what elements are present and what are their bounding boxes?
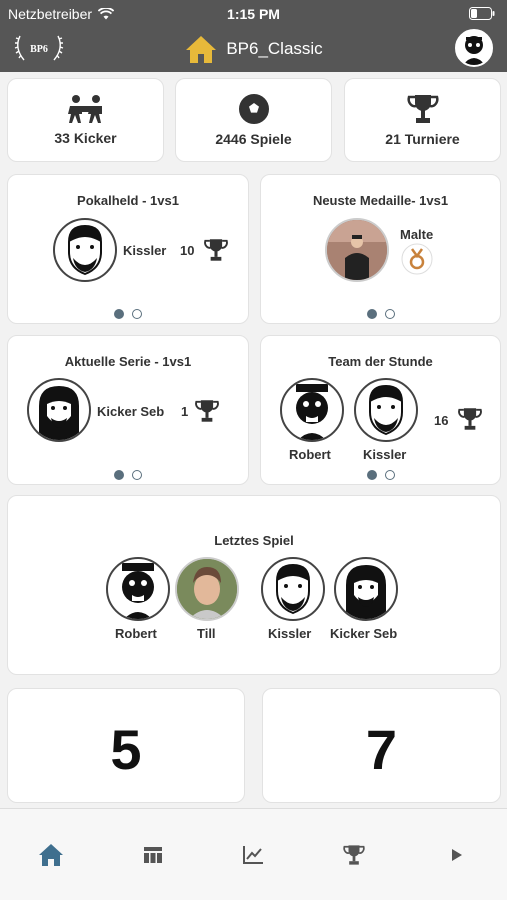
clock: 1:15 PM bbox=[227, 6, 280, 22]
tab-play[interactable] bbox=[437, 839, 477, 871]
games-stat-card[interactable]: 2446 Spiele bbox=[175, 78, 332, 162]
team-der-stunde-card[interactable]: Team der Stunde Robert Kissler 16 bbox=[260, 335, 501, 485]
page-title: BP6_Classic bbox=[226, 39, 323, 58]
tab-home[interactable] bbox=[31, 839, 71, 871]
page-dot[interactable] bbox=[132, 309, 142, 319]
score-team-a: 5 bbox=[110, 718, 142, 781]
page-dot[interactable] bbox=[384, 309, 395, 319]
bronze-medal-icon bbox=[401, 243, 433, 275]
pokalheld-player-name: Kissler bbox=[123, 243, 167, 258]
pokalheld-card[interactable]: Pokalheld - 1vs1 Kissler 10 bbox=[7, 174, 249, 324]
tournaments-stat-card[interactable]: 21 Turniere bbox=[344, 78, 501, 162]
team-der-stunde-title: Team der Stunde bbox=[328, 354, 433, 369]
nav-bar: BP6 BP6_Classic bbox=[0, 28, 507, 72]
chart-icon bbox=[243, 846, 263, 864]
page-dot-active[interactable] bbox=[114, 309, 124, 319]
tab-statistics[interactable] bbox=[233, 839, 273, 871]
home-icon[interactable] bbox=[184, 34, 218, 64]
player-avatar-till bbox=[175, 557, 239, 621]
trophy-icon bbox=[458, 408, 482, 430]
pokalheld-count: 10 bbox=[180, 243, 195, 258]
player-avatar-robert bbox=[280, 378, 344, 442]
aktuelle-serie-title: Aktuelle Serie - 1vs1 bbox=[64, 354, 192, 369]
letztes-spiel-card[interactable]: Letztes Spiel Robert Till Kissler Kicker… bbox=[7, 495, 501, 675]
team-b-player-kissler: Kissler bbox=[268, 626, 312, 641]
score-team-b: 7 bbox=[365, 718, 398, 781]
score-card-team-a: 5 bbox=[7, 688, 245, 803]
neuste-medaille-player-name: Malte bbox=[400, 227, 434, 242]
player-avatar-kissler bbox=[53, 218, 117, 282]
table-icon bbox=[144, 847, 162, 863]
page-dot[interactable] bbox=[132, 470, 142, 480]
soccer-ball-icon bbox=[238, 94, 269, 124]
page-dot-active[interactable] bbox=[114, 470, 124, 480]
neuste-medaille-card[interactable]: Neuste Medaille- 1vs1 Malte bbox=[260, 174, 501, 324]
games-stat-label: 2446 Spiele bbox=[215, 131, 292, 147]
players-stat-label: 33 Kicker bbox=[54, 130, 117, 146]
letztes-spiel-title: Letztes Spiel bbox=[214, 533, 294, 548]
page-indicator[interactable] bbox=[8, 470, 248, 480]
status-bar: Netzbetreiber 1:15 PM bbox=[0, 0, 507, 28]
trophy-icon bbox=[343, 845, 365, 865]
trophy-icon bbox=[195, 400, 219, 422]
team-a-player-robert: Robert bbox=[115, 626, 157, 641]
page-dot-active[interactable] bbox=[366, 309, 377, 319]
player-avatar-robert bbox=[106, 557, 170, 621]
players-icon bbox=[67, 95, 102, 123]
page-dot[interactable] bbox=[384, 470, 395, 480]
player-avatar-kissler bbox=[261, 557, 325, 621]
team-der-stunde-count: 16 bbox=[434, 413, 449, 428]
tab-tournaments[interactable] bbox=[334, 839, 374, 871]
avatar-drawing-icon bbox=[463, 36, 485, 65]
tournaments-stat-label: 21 Turniere bbox=[385, 131, 460, 147]
team-player-name-robert: Robert bbox=[289, 447, 331, 462]
page-indicator[interactable] bbox=[261, 309, 500, 319]
player-avatar-kicker-seb bbox=[334, 557, 398, 621]
tab-table[interactable] bbox=[133, 839, 173, 871]
tab-bar bbox=[0, 808, 507, 900]
page-indicator[interactable] bbox=[8, 309, 248, 319]
players-stat-card[interactable]: 33 Kicker bbox=[7, 78, 164, 162]
aktuelle-serie-count: 1 bbox=[181, 404, 189, 419]
user-avatar[interactable] bbox=[455, 29, 493, 67]
page-dot-active[interactable] bbox=[366, 470, 377, 480]
team-a-player-till: Till bbox=[197, 626, 216, 641]
neuste-medaille-title: Neuste Medaille- 1vs1 bbox=[312, 193, 449, 208]
score-card-team-b: 7 bbox=[262, 688, 501, 803]
battery-icon bbox=[469, 7, 495, 20]
team-b-player-kicker-seb: Kicker Seb bbox=[330, 626, 398, 641]
aktuelle-serie-card[interactable]: Aktuelle Serie - 1vs1 Kicker Seb 1 bbox=[7, 335, 249, 485]
trophy-icon bbox=[406, 95, 439, 123]
play-icon bbox=[452, 849, 462, 861]
page-indicator[interactable] bbox=[261, 470, 500, 480]
trophy-icon bbox=[204, 239, 228, 261]
player-avatar-kicker-seb bbox=[27, 378, 91, 442]
player-avatar-kissler bbox=[354, 378, 418, 442]
player-avatar-malte bbox=[325, 218, 389, 282]
team-player-name-kissler: Kissler bbox=[363, 447, 407, 462]
home-icon bbox=[39, 844, 63, 866]
aktuelle-serie-player-name: Kicker Seb bbox=[97, 404, 165, 419]
pokalheld-title: Pokalheld - 1vs1 bbox=[77, 193, 179, 208]
